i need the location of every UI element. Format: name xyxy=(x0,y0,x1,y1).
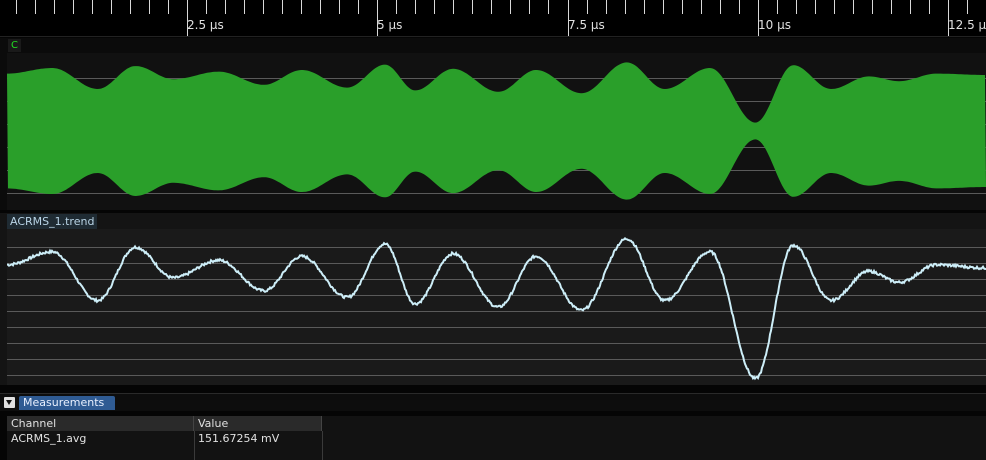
minor-tick xyxy=(168,0,169,14)
tick-label: 7.5 µs xyxy=(568,18,605,32)
minor-tick xyxy=(510,0,511,14)
time-ruler[interactable]: 2.5 µs 5 µs 7.5 µs 10 µs 12.5 µs xyxy=(0,0,986,37)
minor-tick xyxy=(396,0,397,14)
minor-tick xyxy=(910,0,911,14)
minor-tick xyxy=(453,0,454,14)
minor-tick xyxy=(358,0,359,14)
minor-tick xyxy=(263,0,264,14)
channel-c-waveform xyxy=(7,62,986,200)
measurement-channel-cell[interactable]: ACRMS_1.avg xyxy=(7,431,194,446)
minor-tick xyxy=(796,0,797,14)
minor-tick xyxy=(206,0,207,14)
trend-series-line xyxy=(7,237,986,381)
column-header-value[interactable]: Value xyxy=(194,416,322,431)
minor-tick xyxy=(701,0,702,14)
minor-tick xyxy=(644,0,645,14)
minor-tick xyxy=(244,0,245,14)
minor-tick xyxy=(625,0,626,14)
minor-tick xyxy=(16,0,17,14)
trend-channel-label[interactable]: ACRMS_1.trend xyxy=(7,214,98,229)
channel-c-envelope xyxy=(7,62,986,200)
measurements-bar: Measurements xyxy=(0,393,986,411)
scope-window: 2.5 µs 5 µs 7.5 µs 10 µs 12.5 µs C ACRMS… xyxy=(0,0,986,460)
minor-tick xyxy=(434,0,435,14)
minor-tick xyxy=(73,0,74,14)
minor-tick xyxy=(891,0,892,14)
minor-tick xyxy=(320,0,321,14)
minor-tick xyxy=(35,0,36,14)
measurements-tab[interactable]: Measurements xyxy=(19,396,115,410)
collapse-triangle-icon[interactable] xyxy=(4,397,15,408)
minor-tick xyxy=(967,0,968,14)
channel-c-panel[interactable]: C xyxy=(0,38,986,210)
minor-tick xyxy=(815,0,816,14)
minor-tick xyxy=(491,0,492,14)
minor-tick xyxy=(739,0,740,14)
minor-tick xyxy=(415,0,416,14)
minor-tick xyxy=(548,0,549,14)
column-header-channel[interactable]: Channel xyxy=(7,416,194,431)
minor-tick xyxy=(834,0,835,14)
tick-label: 5 µs xyxy=(377,18,403,32)
minor-tick xyxy=(929,0,930,14)
minor-tick xyxy=(663,0,664,14)
minor-tick xyxy=(339,0,340,14)
tick-label: 2.5 µs xyxy=(187,18,224,32)
minor-tick xyxy=(587,0,588,14)
minor-tick xyxy=(225,0,226,14)
channel-c-label[interactable]: C xyxy=(8,39,21,52)
trend-waveform xyxy=(7,237,986,381)
minor-tick xyxy=(149,0,150,14)
minor-tick xyxy=(282,0,283,14)
minor-tick xyxy=(472,0,473,14)
channel-c-plot[interactable] xyxy=(7,53,986,210)
minor-tick xyxy=(720,0,721,14)
minor-tick xyxy=(92,0,93,14)
tick-label: 10 µs xyxy=(758,18,791,32)
minor-tick xyxy=(130,0,131,14)
trend-channel-plot[interactable] xyxy=(7,229,986,385)
column-divider xyxy=(322,431,323,460)
minor-tick xyxy=(301,0,302,14)
minor-tick xyxy=(111,0,112,14)
minor-tick xyxy=(777,0,778,14)
tick-label: 12.5 µs xyxy=(948,18,986,32)
column-divider xyxy=(194,431,195,460)
trend-channel-panel[interactable]: ACRMS_1.trend xyxy=(0,213,986,385)
measurement-value-cell[interactable]: 151.67254 mV xyxy=(194,431,322,446)
minor-tick xyxy=(529,0,530,14)
minor-tick xyxy=(682,0,683,14)
minor-tick xyxy=(606,0,607,14)
minor-tick xyxy=(872,0,873,14)
measurements-table[interactable]: Channel Value ACRMS_1.avg 151.67254 mV xyxy=(7,416,986,460)
minor-tick xyxy=(54,0,55,14)
minor-tick xyxy=(853,0,854,14)
